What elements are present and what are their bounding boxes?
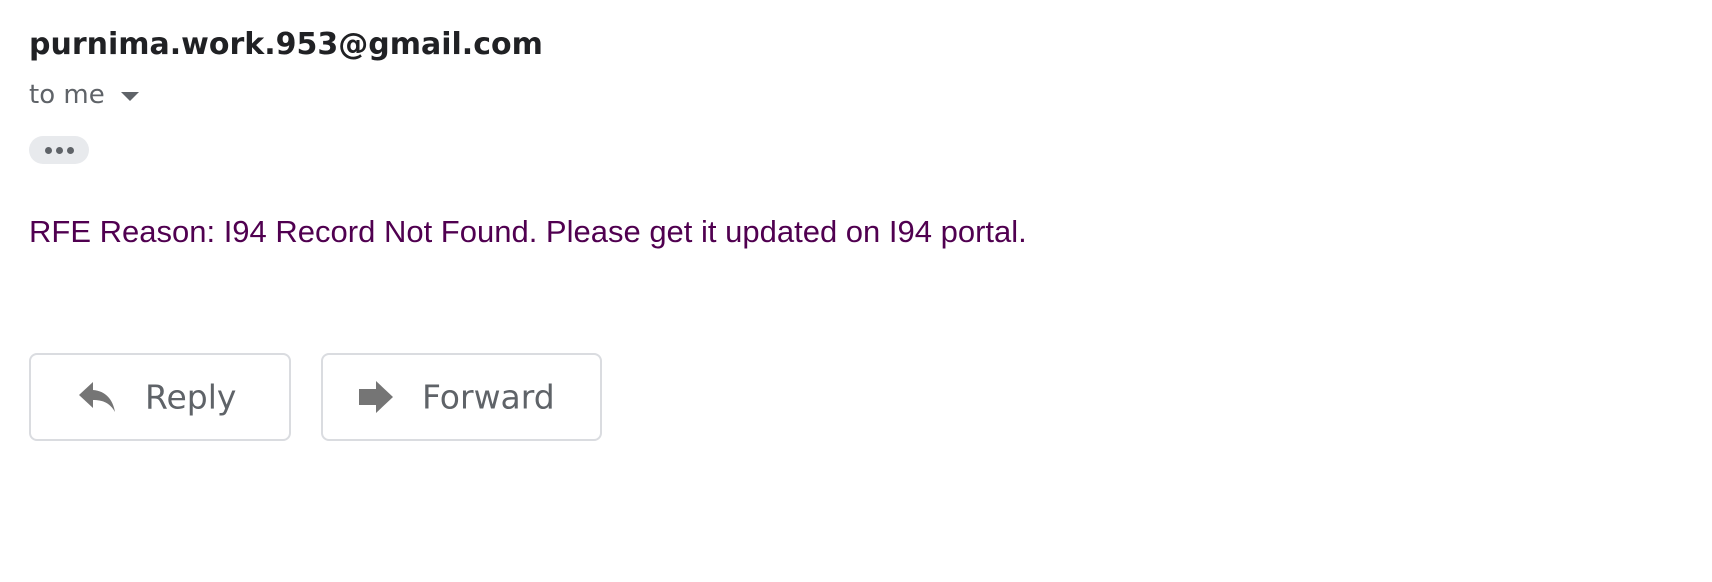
forward-button[interactable]: Forward: [321, 353, 602, 441]
sender-email[interactable]: purnima.work.953@gmail.com: [29, 27, 543, 62]
recipient-details-toggle[interactable]: to me: [29, 80, 139, 110]
email-message: purnima.work.953@gmail.com to me RFE Rea…: [0, 0, 1712, 582]
more-horizontal-icon-dot: [66, 146, 74, 154]
reply-arrow-icon: [79, 382, 115, 412]
show-trimmed-content-button[interactable]: [29, 136, 89, 164]
reply-label: Reply: [145, 377, 237, 417]
reply-button[interactable]: Reply: [29, 353, 291, 441]
more-horizontal-icon: [44, 146, 52, 154]
forward-arrow-icon: [359, 381, 393, 413]
message-body: RFE Reason: I94 Record Not Found. Please…: [29, 214, 1027, 249]
caret-down-icon[interactable]: [120, 91, 139, 101]
recipient-label: to me: [29, 80, 105, 110]
more-horizontal-icon-dot: [55, 146, 63, 154]
forward-label: Forward: [422, 377, 555, 417]
